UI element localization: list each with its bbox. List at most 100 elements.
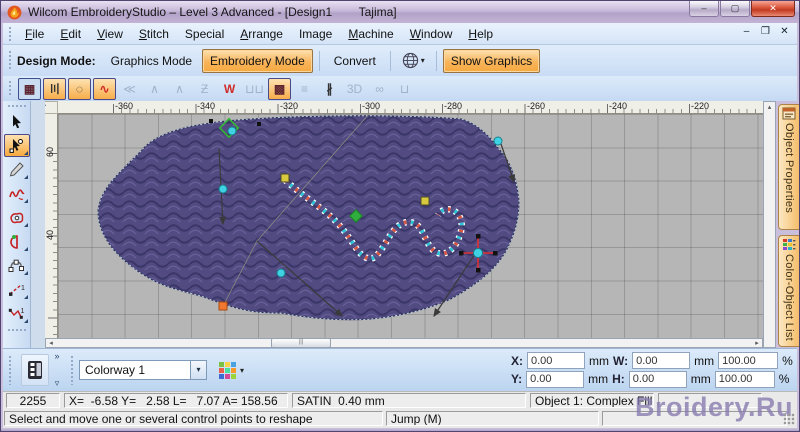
entry-point-square[interactable] xyxy=(280,173,290,183)
knife-icon xyxy=(9,162,24,177)
penetration-points-tool[interactable]: 1 xyxy=(4,278,30,301)
dashed-line-icon: 1 xyxy=(9,284,25,296)
closed-shape-tool[interactable] xyxy=(4,206,30,229)
run-stitch-icon[interactable]: ▦ xyxy=(18,77,41,100)
3d-effect-icon[interactable]: 3D xyxy=(343,78,366,100)
frame-strip xyxy=(31,101,45,348)
contour-lines-icon[interactable]: ≡ xyxy=(293,78,316,100)
menu-machine[interactable]: Machine xyxy=(340,24,401,44)
x-field[interactable] xyxy=(527,352,585,370)
curve-node[interactable] xyxy=(218,184,228,194)
doc-close-button[interactable]: ✕ xyxy=(778,26,791,37)
pattern-fill-icon[interactable]: ▩ xyxy=(268,77,291,100)
menu-file[interactable]: File xyxy=(17,24,52,44)
corner-node[interactable] xyxy=(209,119,213,123)
graphics-mode-button[interactable]: Graphics Mode xyxy=(103,49,200,73)
select-tool[interactable] xyxy=(4,110,30,133)
hoop-icon[interactable]: ⊔ xyxy=(393,78,416,100)
film-strip-icon xyxy=(28,361,42,379)
vertical-scrollbar[interactable]: ▴ xyxy=(763,101,776,348)
convert-button[interactable]: Convert xyxy=(326,49,384,73)
toolbar-grip[interactable] xyxy=(8,355,12,385)
maximize-button[interactable]: ▢ xyxy=(720,1,750,17)
ruler-label: -300 xyxy=(362,101,381,111)
reshape-tool[interactable] xyxy=(3,134,30,157)
menu-stitch[interactable]: Stitch xyxy=(131,24,177,44)
appliique-circle-tool[interactable] xyxy=(4,230,30,253)
colorway-select[interactable]: Colorway 1 ▾ xyxy=(79,360,207,380)
horizontal-scrollbar[interactable]: ◂ ||| ▸ xyxy=(45,338,763,348)
reshape-nodes-tool[interactable] xyxy=(4,254,30,277)
chevron-down-icon[interactable]: ▾ xyxy=(240,366,244,375)
input-b-icon[interactable]: ∧ xyxy=(143,78,166,100)
vertical-ruler: 60 40 xyxy=(45,114,58,338)
freehand-squiggle-icon xyxy=(8,188,25,200)
window-border xyxy=(1,428,799,431)
watermark: Broidery.Ru xyxy=(634,392,793,422)
zigzag-stitch-icon[interactable]: W xyxy=(218,78,241,100)
exit-point-square[interactable] xyxy=(420,196,430,206)
satin-fill-icon[interactable]: ∿ xyxy=(93,77,116,100)
height-field[interactable] xyxy=(628,370,687,388)
menu-help[interactable]: Help xyxy=(460,24,501,44)
thread-colors-button[interactable]: ▾ xyxy=(215,359,247,382)
bottom-toolbar: » ▿ Colorway 1 ▾ ▾ X: mm W: mm xyxy=(3,348,797,391)
anchor-square[interactable] xyxy=(218,301,228,311)
tab-color-object-list[interactable]: Color-Object List xyxy=(778,235,799,347)
height-scale-field[interactable] xyxy=(714,370,775,388)
curve-node[interactable] xyxy=(227,126,237,136)
hatch-icon[interactable]: ∦ xyxy=(318,78,341,100)
toolbar-more-icon[interactable]: ▿ xyxy=(55,378,60,389)
menu-view[interactable]: View xyxy=(89,24,131,44)
toolbar-grip[interactable] xyxy=(8,49,12,72)
embroidery-object[interactable] xyxy=(58,114,763,338)
menu-special[interactable]: Special xyxy=(177,24,232,44)
freehand-embroidery-tool[interactable] xyxy=(4,182,30,205)
minimize-button[interactable]: – xyxy=(689,1,719,17)
stitch-count: 2255 xyxy=(6,393,60,408)
design-canvas[interactable] xyxy=(58,114,763,338)
width-field[interactable] xyxy=(632,352,691,370)
y-field[interactable] xyxy=(526,370,585,388)
doc-restore-button[interactable]: ❐ xyxy=(759,26,772,37)
tab-object-properties[interactable]: Object Properties xyxy=(778,104,799,230)
tatami-fill-icon[interactable]: 〣 xyxy=(43,77,66,100)
resize-grip[interactable] xyxy=(783,413,795,425)
toolbar-grip[interactable] xyxy=(8,26,12,41)
separator xyxy=(389,50,391,71)
menu-edit[interactable]: Edit xyxy=(52,24,89,44)
doc-minimize-button[interactable]: – xyxy=(740,26,753,37)
close-button[interactable]: ✕ xyxy=(751,1,795,17)
scroll-right-icon[interactable]: ▸ xyxy=(752,339,762,347)
show-graphics-button[interactable]: Show Graphics xyxy=(442,48,541,73)
hint-text: Select and move one or several control p… xyxy=(4,411,383,426)
embroidery-mode-button[interactable]: Embroidery Mode xyxy=(202,48,313,73)
circle-pin-icon xyxy=(9,235,18,249)
stitch-player-button[interactable] xyxy=(21,354,49,386)
scroll-left-icon[interactable]: ◂ xyxy=(46,339,56,347)
menu-arrange[interactable]: Arrange xyxy=(232,24,291,44)
toolbar-grip[interactable] xyxy=(70,355,74,385)
complex-fill-icon[interactable]: Ƶ xyxy=(193,78,216,100)
width-scale-field[interactable] xyxy=(718,352,779,370)
curve-node[interactable] xyxy=(276,268,286,278)
hoop-globe-button[interactable]: ▾ xyxy=(397,49,430,72)
input-c-icon[interactable]: ∧ xyxy=(168,78,191,100)
menu-window[interactable]: Window xyxy=(402,24,461,44)
stitch-edit-tool[interactable]: 1 xyxy=(4,302,30,325)
motif-fill-icon[interactable]: ◌ xyxy=(68,77,91,100)
curve-node[interactable] xyxy=(493,136,503,146)
trueview-icon[interactable]: ∞ xyxy=(368,78,391,100)
corner-node[interactable] xyxy=(257,122,261,126)
knife-tool[interactable] xyxy=(4,158,30,181)
e-stitch-icon[interactable]: ⊔⊔ xyxy=(243,78,266,100)
toolbar-grip[interactable] xyxy=(8,79,12,98)
unit-label: mm xyxy=(694,353,715,368)
input-a-icon[interactable]: ≪ xyxy=(118,78,141,100)
toolbar-overflow-icon[interactable]: » xyxy=(54,351,59,361)
scroll-up-icon[interactable]: ▴ xyxy=(764,102,775,114)
chevron-down-icon[interactable]: ▾ xyxy=(190,361,206,379)
menu-image[interactable]: Image xyxy=(291,24,340,44)
hscroll-thumb[interactable]: ||| xyxy=(271,338,331,348)
toolbar-grip[interactable] xyxy=(7,104,26,108)
